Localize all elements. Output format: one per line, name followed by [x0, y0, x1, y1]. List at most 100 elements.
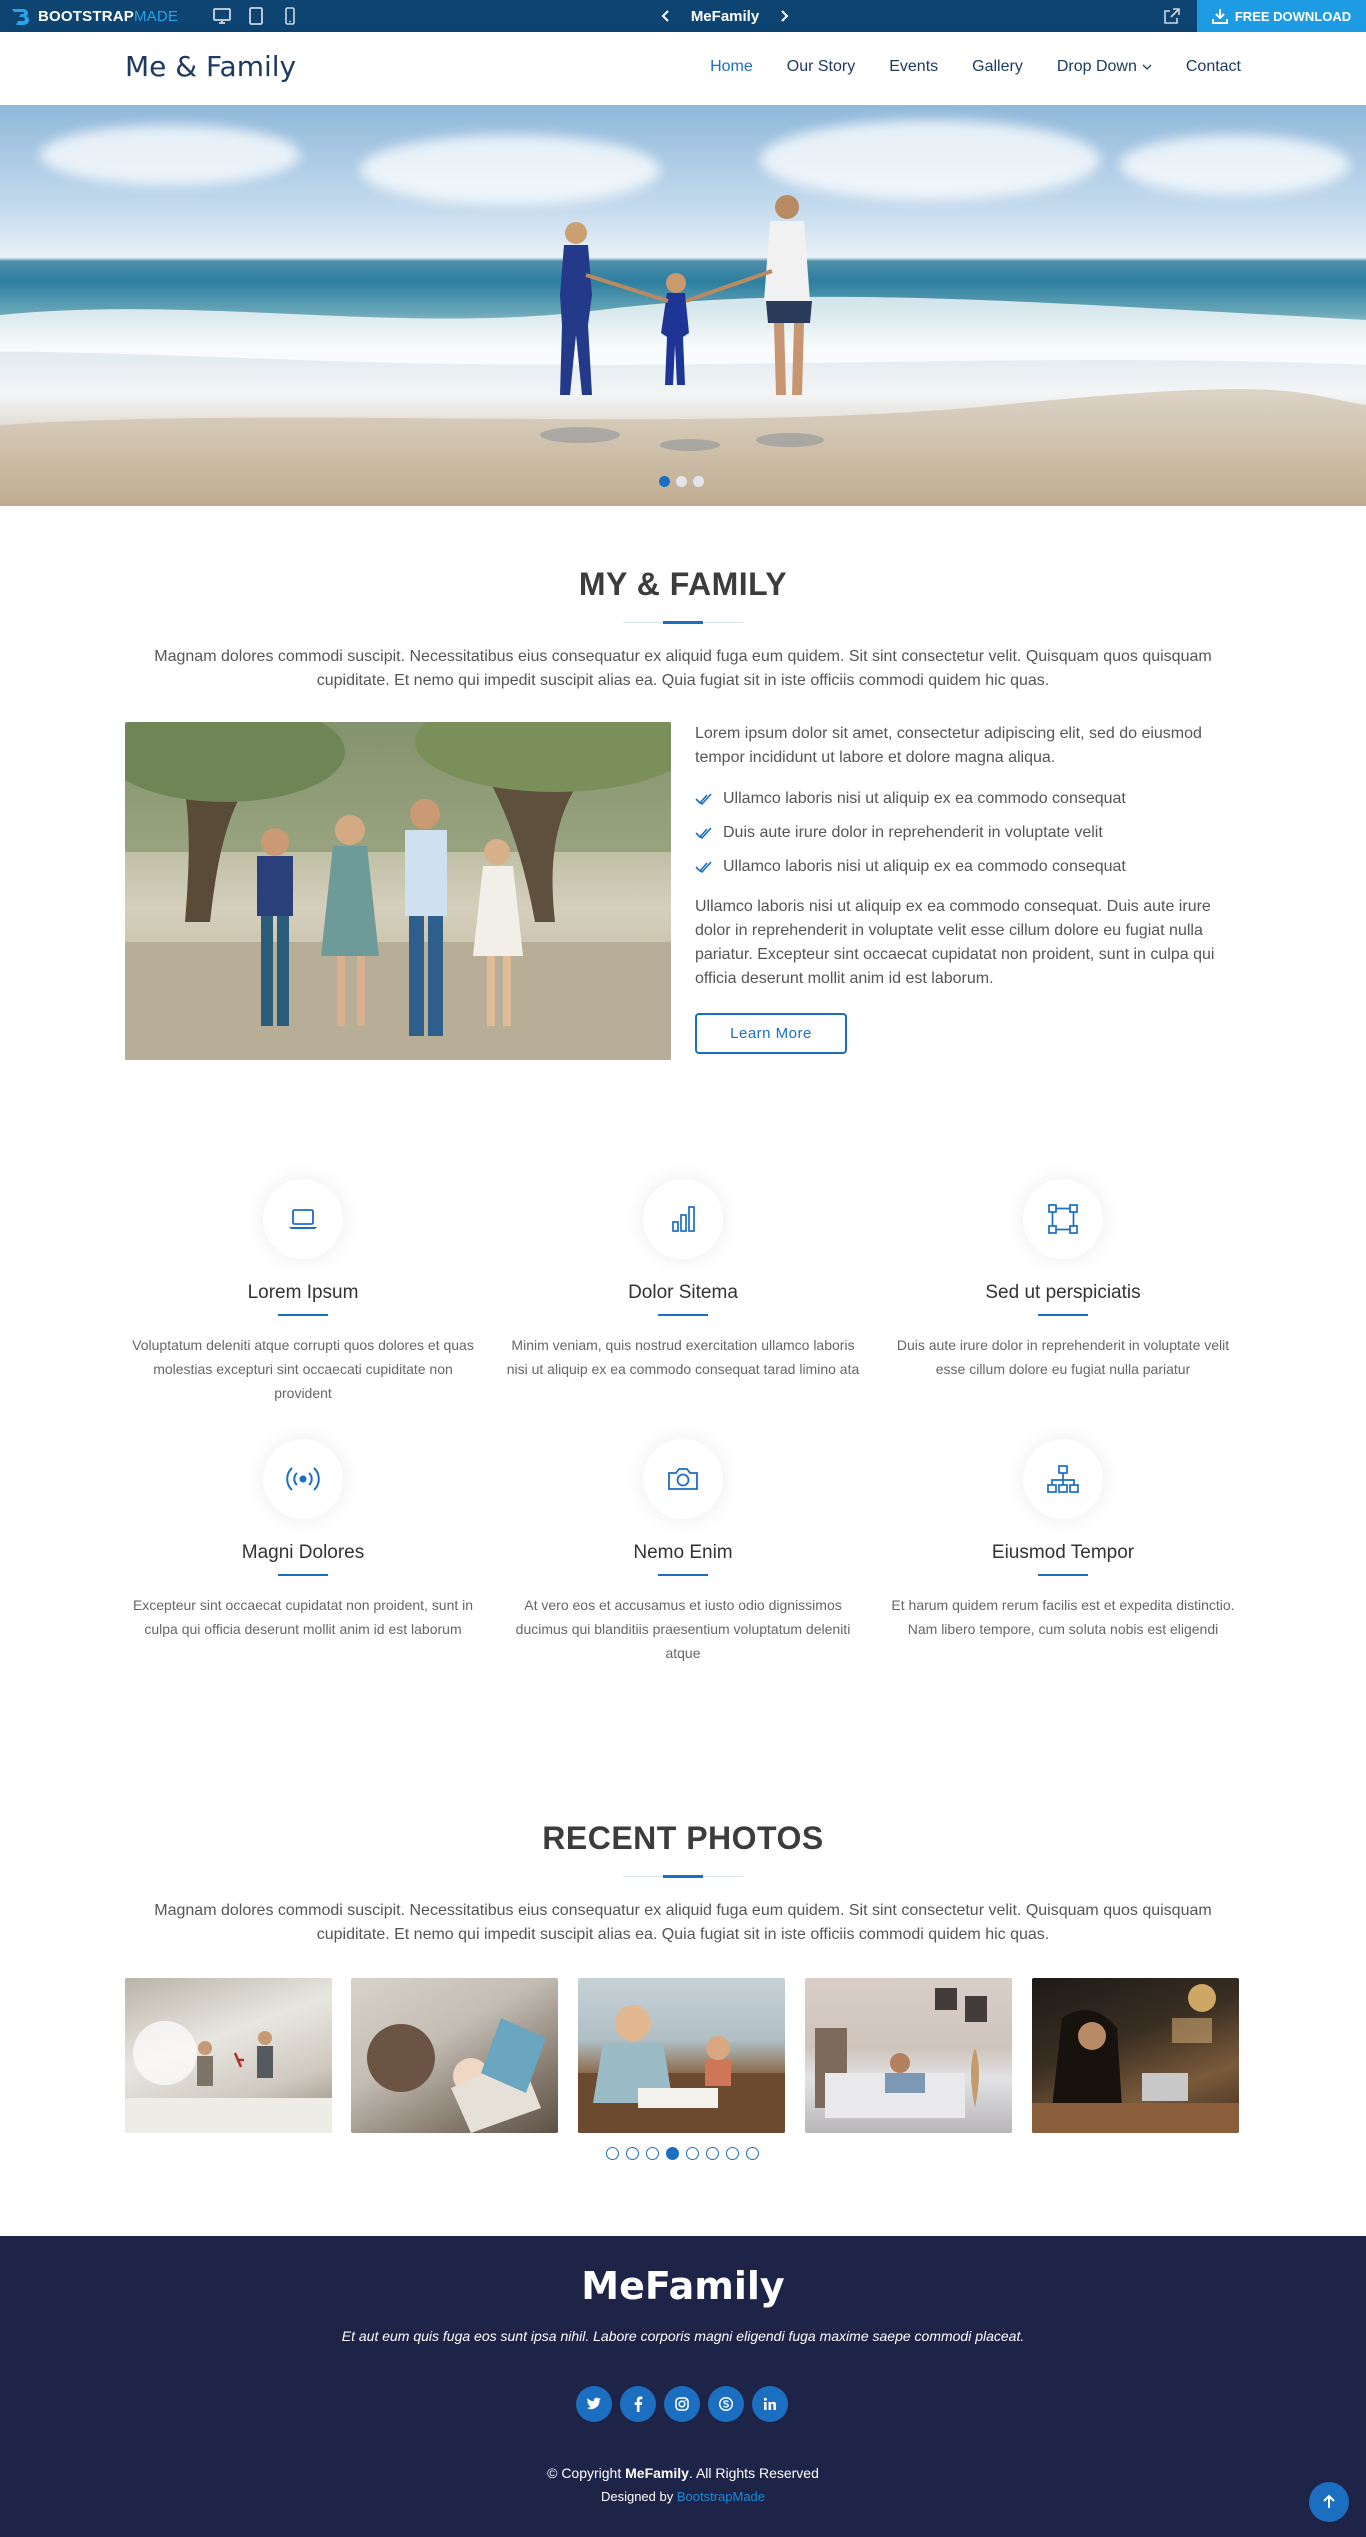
- tablet-icon[interactable]: [246, 6, 266, 26]
- preview-bar: BOOTSTRAPMADE MeFamily FREE DOWNLOAD: [0, 0, 1366, 32]
- hero-indicators: [659, 476, 704, 487]
- broadcast-icon: [286, 1467, 320, 1491]
- photo-laptop-woman: [1032, 1984, 1239, 2133]
- mobile-icon[interactable]: [280, 6, 300, 26]
- site-header: Me & Family Home Our Story Events Galler…: [0, 32, 1366, 105]
- chevron-right-icon[interactable]: [778, 9, 790, 23]
- service-text: At vero eos et accusamus et iusto odio d…: [515, 1597, 851, 1661]
- hero-family-image: [0, 195, 1366, 506]
- hero-dot[interactable]: [693, 476, 704, 487]
- photos-page-dot[interactable]: [646, 2147, 659, 2160]
- hero-dot[interactable]: [676, 476, 687, 487]
- nav-home[interactable]: Home: [710, 58, 753, 76]
- bootstrapmade-logo[interactable]: BOOTSTRAPMADE: [10, 7, 178, 25]
- service-text: Excepteur sint occaecat cupidatat non pr…: [132, 1597, 474, 1637]
- nav-events[interactable]: Events: [889, 58, 938, 76]
- double-check-icon: [695, 861, 712, 874]
- photo-thumb[interactable]: [125, 1978, 332, 2133]
- service-box: Sed ut perspiciatis Duis aute irure dolo…: [883, 1179, 1243, 1381]
- service-title[interactable]: Eiusmod Tempor: [883, 1542, 1243, 1564]
- copyright-prefix: © Copyright: [547, 2465, 626, 2481]
- designer-link[interactable]: BootstrapMade: [677, 2489, 765, 2504]
- hero-carousel[interactable]: [0, 105, 1366, 506]
- photos-pagination: [606, 2147, 759, 2160]
- service-divider: [278, 1574, 328, 1576]
- service-box: Dolor Sitema Minim veniam, quis nostrud …: [503, 1179, 863, 1381]
- site-footer: MeFamily Et aut eum quis fuga eos sunt i…: [0, 2236, 1366, 2537]
- service-box: Eiusmod Tempor Et harum quidem rerum fac…: [883, 1439, 1243, 1641]
- footer-copyright: © Copyright MeFamily. All Rights Reserve…: [0, 2465, 1366, 2481]
- photos-page-dot[interactable]: [626, 2147, 639, 2160]
- service-divider: [278, 1314, 328, 1316]
- service-title[interactable]: Sed ut perspiciatis: [883, 1282, 1243, 1304]
- template-switcher: MeFamily: [660, 0, 790, 32]
- service-text: Minim veniam, quis nostrud exercitation …: [506, 1337, 860, 1377]
- laptop-icon: [289, 1209, 317, 1229]
- site-brand[interactable]: Me & Family: [125, 50, 296, 83]
- photos-page-dot[interactable]: [746, 2147, 759, 2160]
- photos-page-dot[interactable]: [686, 2147, 699, 2160]
- photos-page-dot[interactable]: [666, 2147, 679, 2160]
- service-text: Voluptatum deleniti atque corrupti quos …: [132, 1337, 474, 1401]
- service-text: Duis aute irure dolor in reprehenderit i…: [896, 1337, 1230, 1377]
- external-link-icon[interactable]: [1162, 6, 1182, 26]
- photo-reading-dad: [367, 2018, 546, 2133]
- service-divider: [1038, 1574, 1088, 1576]
- service-divider: [658, 1314, 708, 1316]
- photo-bedroom: [815, 1988, 987, 2118]
- service-box: Magni Dolores Excepteur sint occaecat cu…: [123, 1439, 483, 1641]
- photo-thumb[interactable]: [805, 1978, 1012, 2133]
- free-download-button[interactable]: FREE DOWNLOAD: [1197, 0, 1366, 32]
- service-icon-wrap: [1023, 1179, 1103, 1259]
- photo-thumb[interactable]: [1032, 1978, 1239, 2133]
- device-switcher: [212, 6, 300, 26]
- about-title-divider: [623, 621, 743, 624]
- copyright-suffix: . All Rights Reserved: [688, 2465, 819, 2481]
- service-title[interactable]: Lorem Ipsum: [123, 1282, 483, 1304]
- instagram-icon[interactable]: [664, 2386, 700, 2422]
- photos-page-dot[interactable]: [706, 2147, 719, 2160]
- twitter-icon[interactable]: [576, 2386, 612, 2422]
- photos-page-dot[interactable]: [606, 2147, 619, 2160]
- about-body: Ullamco laboris nisi ut aliquip ex ea co…: [695, 898, 1215, 987]
- desktop-icon[interactable]: [212, 6, 232, 26]
- download-icon: [1211, 9, 1228, 24]
- service-text: Et harum quidem rerum facilis est et exp…: [891, 1597, 1235, 1637]
- check-item: Ullamco laboris nisi ut aliquip ex ea co…: [695, 855, 1241, 879]
- copyright-brand: MeFamily: [625, 2465, 689, 2481]
- photo-thumb[interactable]: [578, 1978, 785, 2133]
- free-download-label: FREE DOWNLOAD: [1234, 8, 1352, 24]
- check-item-text: Ullamco laboris nisi ut aliquip ex ea co…: [723, 790, 1126, 807]
- about-checklist: Ullamco laboris nisi ut aliquip ex ea co…: [695, 787, 1241, 879]
- footer-tagline: Et aut eum quis fuga eos sunt ipsa nihil…: [341, 2328, 1025, 2344]
- service-title[interactable]: Dolor Sitema: [503, 1282, 863, 1304]
- nav-our-story[interactable]: Our Story: [787, 58, 855, 76]
- skype-icon[interactable]: [708, 2386, 744, 2422]
- hero-dot[interactable]: [659, 476, 670, 487]
- back-to-top-button[interactable]: [1309, 2482, 1349, 2522]
- social-links: [576, 2386, 788, 2422]
- nav-drop-down[interactable]: Drop Down: [1057, 58, 1152, 76]
- about-title: MY & FAMILY: [578, 566, 788, 602]
- linkedin-icon[interactable]: [752, 2386, 788, 2422]
- service-title[interactable]: Magni Dolores: [123, 1542, 483, 1564]
- service-divider: [1038, 1314, 1088, 1316]
- photo-thumb[interactable]: [351, 1978, 558, 2133]
- double-check-icon: [695, 827, 712, 840]
- check-item: Ullamco laboris nisi ut aliquip ex ea co…: [695, 787, 1241, 811]
- facebook-icon[interactable]: [620, 2386, 656, 2422]
- chevron-left-icon[interactable]: [660, 9, 672, 23]
- family-photo: [125, 722, 671, 1060]
- nav-gallery[interactable]: Gallery: [972, 58, 1023, 76]
- check-item-text: Duis aute irure dolor in reprehenderit i…: [723, 824, 1103, 841]
- camera-icon: [668, 1468, 698, 1490]
- double-check-icon: [695, 793, 712, 806]
- learn-more-button[interactable]: Learn More: [695, 1013, 847, 1054]
- photos-intro: Magnam dolores commodi suscipit. Necessi…: [154, 1902, 1212, 1943]
- template-name: MeFamily: [690, 7, 760, 25]
- nav-contact[interactable]: Contact: [1186, 58, 1241, 76]
- check-item-text: Ullamco laboris nisi ut aliquip ex ea co…: [723, 858, 1126, 875]
- main-nav: Home Our Story Events Gallery Drop Down …: [710, 58, 1241, 76]
- service-title[interactable]: Nemo Enim: [503, 1542, 863, 1564]
- photos-page-dot[interactable]: [726, 2147, 739, 2160]
